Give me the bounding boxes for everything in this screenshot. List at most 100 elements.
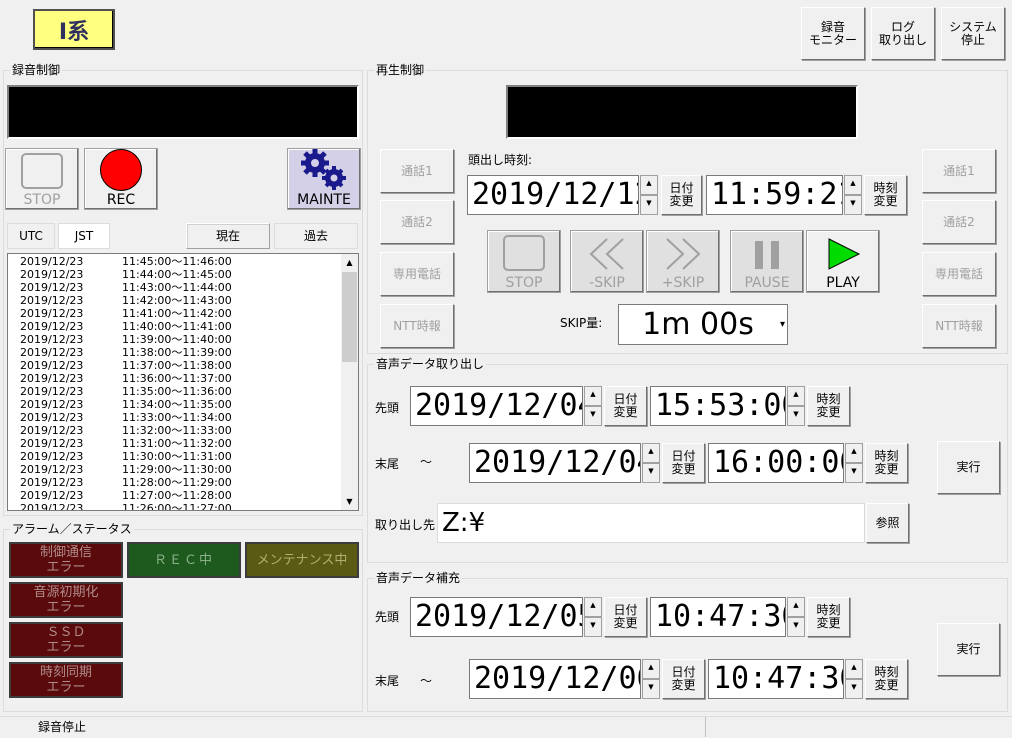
spin-down-icon[interactable]: ▼ xyxy=(787,406,805,426)
spin-up-icon[interactable]: ▲ xyxy=(787,597,805,617)
browse-button[interactable]: 参照 xyxy=(866,503,909,543)
list-item[interactable]: 2019/12/23 11:32:00～11:33:00 xyxy=(8,424,342,437)
list-item[interactable]: 2019/12/23 11:44:00～11:45:00 xyxy=(8,268,342,281)
extract-start-date-spinner[interactable]: ▲ ▼ xyxy=(584,386,602,426)
list-item[interactable]: 2019/12/23 11:26:00～11:27:00 xyxy=(8,502,342,510)
extract-end-date-field[interactable]: 2019/12/04 xyxy=(469,443,641,483)
spin-down-icon[interactable]: ▼ xyxy=(642,679,660,699)
past-button[interactable]: 過去 xyxy=(274,223,358,249)
list-item[interactable]: 2019/12/23 11:30:00～11:31:00 xyxy=(8,450,342,463)
playback-stop-button[interactable]: STOP xyxy=(487,230,561,293)
supplement-start-time-change-button[interactable]: 時刻 変更 xyxy=(807,597,850,637)
spin-up-icon[interactable]: ▲ xyxy=(844,175,862,195)
supplement-start-date-change-button[interactable]: 日付 変更 xyxy=(604,597,647,637)
spin-up-icon[interactable]: ▲ xyxy=(642,443,660,463)
supplement-start-time-field[interactable]: 10:47:30 xyxy=(650,597,786,637)
rec-button[interactable]: REC xyxy=(84,148,158,210)
spin-up-icon[interactable]: ▲ xyxy=(845,659,863,679)
playback-date-change-button[interactable]: 日付 変更 xyxy=(661,175,702,215)
pause-button[interactable]: PAUSE xyxy=(730,230,804,293)
extract-start-time-spinner[interactable]: ▲ ▼ xyxy=(787,386,805,426)
extract-destination-field[interactable]: Z:¥ xyxy=(437,503,865,543)
list-item[interactable]: 2019/12/23 11:28:00～11:29:00 xyxy=(8,476,342,489)
playback-date-field[interactable]: 2019/12/12 xyxy=(467,175,639,215)
spin-down-icon[interactable]: ▼ xyxy=(584,617,602,637)
list-item[interactable]: 2019/12/23 11:36:00～11:37:00 xyxy=(8,372,342,385)
extract-start-time-change-button[interactable]: 時刻 変更 xyxy=(807,386,850,426)
supplement-start-time-spinner[interactable]: ▲ ▼ xyxy=(787,597,805,637)
right-ntt-time-button[interactable]: NTT時報 xyxy=(922,304,996,348)
supplement-execute-button[interactable]: 実行 xyxy=(937,623,1000,676)
recording-monitor-button[interactable]: 録音 モニター xyxy=(801,7,865,60)
left-ntt-time-button[interactable]: NTT時報 xyxy=(380,304,454,348)
playback-time-change-button[interactable]: 時刻 変更 xyxy=(864,175,907,215)
list-item[interactable]: 2019/12/23 11:43:00～11:44:00 xyxy=(8,281,342,294)
extract-end-date-spinner[interactable]: ▲ ▼ xyxy=(642,443,660,483)
playback-time-spinner[interactable]: ▲ ▼ xyxy=(844,175,862,215)
list-item[interactable]: 2019/12/23 11:37:00～11:38:00 xyxy=(8,359,342,372)
now-button[interactable]: 現在 xyxy=(186,223,270,249)
list-item[interactable]: 2019/12/23 11:34:00～11:35:00 xyxy=(8,398,342,411)
extract-start-time-field[interactable]: 15:53:00 xyxy=(650,386,786,426)
list-scrollbar[interactable]: ▲ ▼ xyxy=(341,254,358,510)
list-item[interactable]: 2019/12/23 11:31:00～11:32:00 xyxy=(8,437,342,450)
list-item[interactable]: 2019/12/23 11:42:00～11:43:00 xyxy=(8,294,342,307)
system-shutdown-button[interactable]: システム 停止 xyxy=(941,7,1005,60)
list-item[interactable]: 2019/12/23 11:40:00～11:41:00 xyxy=(8,320,342,333)
list-item[interactable]: 2019/12/23 11:29:00～11:30:00 xyxy=(8,463,342,476)
list-item[interactable]: 2019/12/23 11:39:00～11:40:00 xyxy=(8,333,342,346)
tab-utc[interactable]: UTC xyxy=(7,223,55,249)
spin-up-icon[interactable]: ▲ xyxy=(642,659,660,679)
extract-end-time-spinner[interactable]: ▲ ▼ xyxy=(845,443,863,483)
right-private-line-button[interactable]: 専用電話 xyxy=(922,252,996,296)
rec-stop-button[interactable]: STOP xyxy=(5,148,79,210)
list-item[interactable]: 2019/12/23 11:45:00～11:46:00 xyxy=(8,255,342,268)
left-call1-button[interactable]: 通話1 xyxy=(380,149,454,193)
left-private-line-button[interactable]: 専用電話 xyxy=(380,252,454,296)
list-item[interactable]: 2019/12/23 11:35:00～11:36:00 xyxy=(8,385,342,398)
spin-down-icon[interactable]: ▼ xyxy=(640,195,658,215)
plus-skip-button[interactable]: +SKIP xyxy=(646,230,720,293)
extract-execute-button[interactable]: 実行 xyxy=(937,441,1000,494)
spin-up-icon[interactable]: ▲ xyxy=(845,443,863,463)
spin-down-icon[interactable]: ▼ xyxy=(845,463,863,483)
mainte-button[interactable]: MAINTE xyxy=(287,148,361,210)
list-item[interactable]: 2019/12/23 11:33:00～11:34:00 xyxy=(8,411,342,424)
log-export-button[interactable]: ログ 取り出し xyxy=(871,7,935,60)
spin-down-icon[interactable]: ▼ xyxy=(845,679,863,699)
list-item[interactable]: 2019/12/23 11:27:00～11:28:00 xyxy=(8,489,342,502)
supplement-end-time-change-button[interactable]: 時刻 変更 xyxy=(865,659,908,699)
supplement-end-date-change-button[interactable]: 日付 変更 xyxy=(662,659,705,699)
spin-down-icon[interactable]: ▼ xyxy=(584,406,602,426)
list-item[interactable]: 2019/12/23 11:41:00～11:42:00 xyxy=(8,307,342,320)
right-call2-button[interactable]: 通話2 xyxy=(922,200,996,244)
chevron-down-icon[interactable]: ▾ xyxy=(780,305,785,344)
supplement-start-date-spinner[interactable]: ▲ ▼ xyxy=(584,597,602,637)
right-call1-button[interactable]: 通話1 xyxy=(922,149,996,193)
play-button[interactable]: PLAY xyxy=(806,230,880,293)
skip-amount-select[interactable]: 1m 00s ▾ xyxy=(618,304,788,345)
spin-down-icon[interactable]: ▼ xyxy=(787,617,805,637)
extract-start-date-field[interactable]: 2019/12/04 xyxy=(410,386,583,426)
recording-list[interactable]: 2019/12/23 11:45:00～11:46:00 2019/12/23 11:… xyxy=(7,253,359,511)
list-item[interactable]: 2019/12/23 11:38:00～11:39:00 xyxy=(8,346,342,359)
supplement-end-date-spinner[interactable]: ▲ ▼ xyxy=(642,659,660,699)
scroll-down-icon[interactable]: ▼ xyxy=(341,493,358,510)
minus-skip-button[interactable]: -SKIP xyxy=(570,230,644,293)
supplement-end-date-field[interactable]: 2019/12/06 xyxy=(469,659,641,699)
left-call2-button[interactable]: 通話2 xyxy=(380,200,454,244)
spin-up-icon[interactable]: ▲ xyxy=(584,386,602,406)
playback-date-spinner[interactable]: ▲ ▼ xyxy=(640,175,658,215)
supplement-start-date-field[interactable]: 2019/12/05 xyxy=(410,597,583,637)
playback-time-field[interactable]: 11:59:21 xyxy=(706,175,843,215)
extract-end-time-field[interactable]: 16:00:00 xyxy=(708,443,844,483)
extract-end-date-change-button[interactable]: 日付 変更 xyxy=(662,443,705,483)
extract-end-time-change-button[interactable]: 時刻 変更 xyxy=(865,443,908,483)
extract-start-date-change-button[interactable]: 日付 変更 xyxy=(604,386,647,426)
spin-up-icon[interactable]: ▲ xyxy=(640,175,658,195)
spin-down-icon[interactable]: ▼ xyxy=(844,195,862,215)
scroll-thumb[interactable] xyxy=(342,272,357,362)
supplement-end-time-spinner[interactable]: ▲ ▼ xyxy=(845,659,863,699)
spin-up-icon[interactable]: ▲ xyxy=(787,386,805,406)
spin-down-icon[interactable]: ▼ xyxy=(642,463,660,483)
